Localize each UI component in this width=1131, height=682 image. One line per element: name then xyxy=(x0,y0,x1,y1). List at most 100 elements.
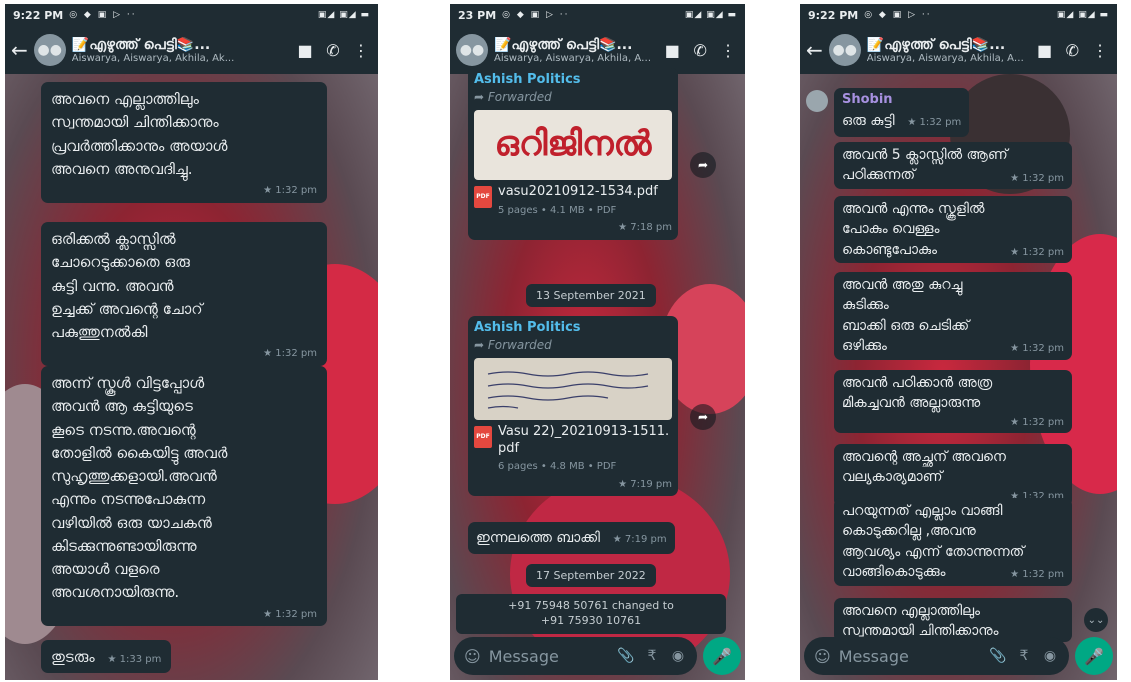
message-time: ★ 1:33 pm xyxy=(107,654,162,665)
message-time: ★ 1:32 pm xyxy=(263,608,317,620)
pdf-icon: PDF xyxy=(474,185,492,208)
chat-header-text[interactable]: 📝എഴുത്ത് പെട്ടി📚... Aiswarya, Aiswarya, … xyxy=(867,37,1028,64)
attach-icon[interactable]: 📎 xyxy=(617,648,635,664)
message-bubble[interactable]: ഒരിക്കൽ ക്ലാസ്സിൽ ചോറെടുക്കാതെ ഒരു കുട്ട… xyxy=(41,222,327,366)
document-info: 5 pages • 4.1 MB • PDF xyxy=(498,204,617,216)
message-bubble[interactable]: ഇന്നലത്തെ ബാക്കി ★ 7:19 pm xyxy=(468,522,675,554)
chat-header-text[interactable]: 📝എഴുത്ത് പെട്ടി📚... Aiswarya, Aiswarya, … xyxy=(72,37,288,64)
video-call-icon[interactable]: ■ xyxy=(661,41,683,60)
emoji-icon[interactable]: ☺ xyxy=(464,647,481,666)
mic-icon: 🎤 xyxy=(712,646,732,666)
chat-header: ← ●● 📝എഴുത്ത് പെട്ടി📚... Aiswarya, Aiswa… xyxy=(800,26,1117,74)
sender-avatar[interactable] xyxy=(806,90,828,112)
status-signal-icons: ▣◢ ▣◢ ▬ xyxy=(317,10,370,20)
message-bubble[interactable]: പറയുന്നത് എല്ലാം വാങ്ങി കൊടുക്കറില്ല ,അവ… xyxy=(834,498,1072,586)
message-time: ★ 1:32 pm xyxy=(263,185,317,196)
back-arrow-icon[interactable]: ← xyxy=(11,38,28,62)
chat-header-text[interactable]: 📝എഴുത്ത് പെട്ടി📚... Aiswarya, Aiswarya, … xyxy=(494,37,655,64)
status-signal-icons: ▣◢ ▣◢ ▬ xyxy=(1056,10,1109,20)
message-input[interactable]: ☺ Message 📎 ₹ ◉ xyxy=(454,637,697,675)
document-filename: vasu20210912-1534.pdf xyxy=(498,183,658,199)
message-time: ★ 1:32 pm xyxy=(907,116,962,128)
document-row[interactable]: PDF vasu20210912-1534.pdf 5 pages • 4.1 … xyxy=(474,184,672,218)
attach-icon[interactable]: 📎 xyxy=(989,648,1007,664)
document-message[interactable]: Ashish Politics ➦ Forwarded ഒറിജിനൽ PDF … xyxy=(468,68,678,240)
forwarded-text: Forwarded xyxy=(487,89,552,104)
system-message: +91 75948 50761 changed to +91 75930 107… xyxy=(456,594,726,634)
status-time: 23 PM xyxy=(458,8,497,22)
message-input-bar: ☺ Message 📎 ₹ ◉ 🎤 xyxy=(800,632,1117,680)
message-bubble[interactable]: അവനെ എല്ലാത്തിലും സ്വന്തമായി ചിന്തിക്കാന… xyxy=(41,82,327,203)
message-bubble[interactable]: അവൻ എന്നും സ്കൂളിൽ പോകും വെള്ളം കൊണ്ടുപോ… xyxy=(834,196,1072,264)
message-placeholder: Message xyxy=(838,646,909,666)
message-time: ★ 7:18 pm xyxy=(618,222,672,234)
document-row[interactable]: PDF Vasu 22)_20210913-1511.pdf 6 pages •… xyxy=(474,424,672,475)
status-time: 9:22 PM xyxy=(808,8,859,22)
status-notification-icons: ◎ ◆ ▣ ▷ ·· xyxy=(502,10,570,20)
voice-call-icon[interactable]: ✆ xyxy=(322,41,344,60)
group-avatar[interactable]: ●● xyxy=(33,34,66,66)
status-time: 9:22 PM xyxy=(13,8,64,22)
share-icon[interactable]: ➦ xyxy=(690,404,716,430)
message-time: ★ 1:32 pm xyxy=(1010,416,1064,428)
forwarded-icon: ➦ xyxy=(474,337,485,352)
message-sender: Shobin xyxy=(842,92,893,107)
pdf-icon: PDF xyxy=(474,425,492,448)
camera-icon[interactable]: ◉ xyxy=(1041,648,1059,664)
message-text: അവനെ എല്ലാത്തിലും സ്വന്തമായി ചിന്തിക്കാന… xyxy=(51,90,228,178)
chat-title: 📝എഴുത്ത് പെട്ടി📚... xyxy=(494,36,633,53)
video-call-icon[interactable]: ■ xyxy=(294,41,316,60)
group-avatar[interactable]: ●● xyxy=(456,34,488,66)
voice-call-icon[interactable]: ✆ xyxy=(1061,41,1083,60)
message-list[interactable]: അവനെ എല്ലാത്തിലും സ്വന്തമായി ചിന്തിക്കാന… xyxy=(5,76,378,680)
group-avatar[interactable]: ●● xyxy=(828,34,861,66)
scroll-down-icon[interactable]: ⌄⌄ xyxy=(1084,608,1108,632)
message-list[interactable]: Ashish Politics ➦ Forwarded ഒറിജിനൽ PDF … xyxy=(450,68,745,680)
document-thumbnail[interactable]: ഒറിജിനൽ xyxy=(474,109,672,180)
message-time: ★ 7:19 pm xyxy=(618,478,672,490)
message-bubble[interactable]: തുടരും ★ 1:33 pm xyxy=(41,640,172,674)
message-text: ഒരു കുട്ടി xyxy=(842,112,895,129)
message-input[interactable]: ☺ Message 📎 ₹ ◉ xyxy=(804,637,1069,675)
message-sender: Ashish Politics xyxy=(474,72,581,87)
camera-icon[interactable]: ◉ xyxy=(669,648,687,664)
message-input-bar: ☺ Message 📎 ₹ ◉ 🎤 xyxy=(450,632,745,680)
status-signal-icons: ▣◢ ▣◢ ▬ xyxy=(684,10,737,20)
date-separator: 13 September 2021 xyxy=(526,284,656,307)
message-bubble[interactable]: അവൻ പഠിക്കാൻ അത്ര മികച്ചവൻ അല്ലാരുന്നു ★… xyxy=(834,370,1072,434)
mic-button[interactable]: 🎤 xyxy=(703,637,741,675)
thumbnail-text: ഒറിജിനൽ xyxy=(494,124,652,165)
handwriting-thumbnail-image xyxy=(487,371,649,409)
message-bubble[interactable]: അവൻ 5 ക്ലാസ്സിൽ ആണ് പഠിക്കുന്നത് ★ 1:32 … xyxy=(834,142,1072,190)
payment-icon[interactable]: ₹ xyxy=(643,648,661,664)
status-bar: 9:22 PM ◎ ◆ ▣ ▷ ·· ▣◢ ▣◢ ▬ xyxy=(800,4,1117,26)
status-bar: 23 PM ◎ ◆ ▣ ▷ ·· ▣◢ ▣◢ ▬ xyxy=(450,4,745,26)
menu-icon[interactable]: ⋮ xyxy=(1089,41,1111,60)
status-notification-icons: ◎ ◆ ▣ ▷ ·· xyxy=(864,10,932,20)
message-text: ഇന്നലത്തെ ബാക്കി xyxy=(476,530,600,546)
status-bar: 9:22 PM ◎ ◆ ▣ ▷ ·· ▣◢ ▣◢ ▬ xyxy=(5,4,378,26)
chat-participants: Aiswarya, Aiswarya, Akhila, Ak... xyxy=(866,52,1028,64)
back-arrow-icon[interactable]: ← xyxy=(806,38,823,62)
document-message[interactable]: Ashish Politics ➦ Forwarded PDF Vasu 22)… xyxy=(468,316,678,497)
document-thumbnail[interactable] xyxy=(474,357,672,420)
mic-button[interactable]: 🎤 xyxy=(1075,637,1113,675)
message-bubble[interactable]: Shobin ഒരു കുട്ടി ★ 1:32 pm xyxy=(834,88,970,137)
emoji-icon[interactable]: ☺ xyxy=(814,647,831,666)
chat-header: ← ●● 📝എഴുത്ത് പെട്ടി📚... Aiswarya, Aiswa… xyxy=(5,26,378,74)
message-time: ★ 7:19 pm xyxy=(612,534,667,545)
menu-icon[interactable]: ⋮ xyxy=(350,41,372,60)
message-list[interactable]: Shobin ഒരു കുട്ടി ★ 1:32 pm അവൻ 5 ക്ലാസ്… xyxy=(800,76,1117,680)
forwarded-icon: ➦ xyxy=(474,89,485,104)
message-bubble[interactable]: അന്ന് സ്കൂൾ വിട്ടപ്പോൾ അവൻ ആ കുട്ടിയുടെ … xyxy=(41,366,327,626)
video-call-icon[interactable]: ■ xyxy=(1034,41,1056,60)
forwarded-label: ➦ Forwarded xyxy=(474,337,672,354)
menu-icon[interactable]: ⋮ xyxy=(717,41,739,60)
message-bubble[interactable]: അവൻ അതു കുറച്ചു കുടിക്കും ബാക്കി ഒരു ചെട… xyxy=(834,272,1072,360)
share-icon[interactable]: ➦ xyxy=(690,152,716,178)
phone-screen-2: 23 PM ◎ ◆ ▣ ▷ ·· ▣◢ ▣◢ ▬ ●● 📝എഴുത്ത് പെട… xyxy=(450,4,745,680)
voice-call-icon[interactable]: ✆ xyxy=(689,41,711,60)
payment-icon[interactable]: ₹ xyxy=(1015,648,1033,664)
status-notification-icons: ◎ ◆ ▣ ▷ ·· xyxy=(69,10,137,20)
forwarded-label: ➦ Forwarded xyxy=(474,89,672,106)
